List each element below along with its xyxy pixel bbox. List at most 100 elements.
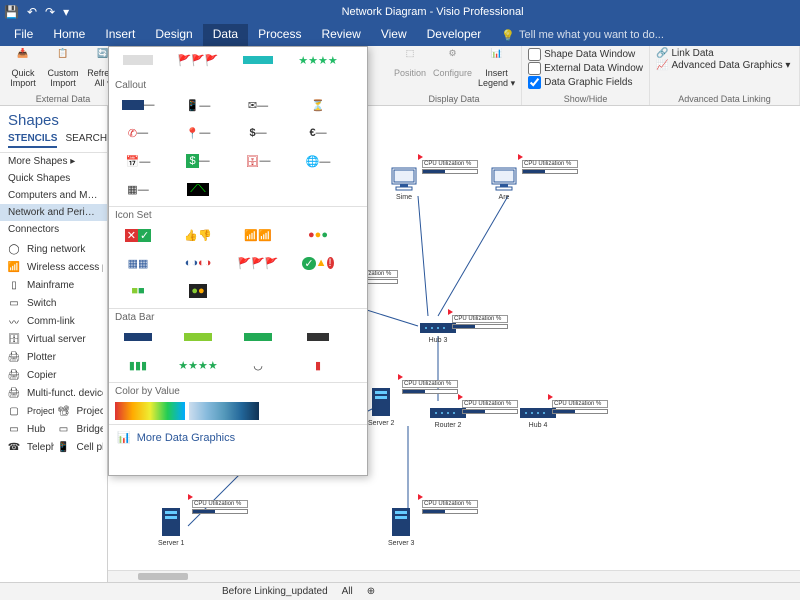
stencil-hub[interactable]: ▭Hub: [4, 420, 54, 438]
dg-icon-flags[interactable]: 🚩🚩🚩: [233, 252, 283, 274]
dg-bar-3[interactable]: [233, 326, 283, 348]
dg-callout-dollar[interactable]: $—: [233, 122, 283, 144]
undo-icon[interactable]: ↶: [27, 5, 37, 19]
stencil-comm-link[interactable]: 〰Comm-link: [4, 312, 103, 330]
dg-icon-thumbs[interactable]: 👍👎: [173, 224, 223, 246]
dg-callout-money[interactable]: $—: [173, 150, 223, 172]
dg-callout-euro[interactable]: €—: [293, 122, 343, 144]
tab-process[interactable]: Process: [248, 24, 311, 46]
computers-category[interactable]: Computers and Monitors: [0, 187, 107, 204]
node-server-3[interactable]: Server 3: [388, 506, 414, 547]
stencil-switch[interactable]: ▭Switch: [4, 294, 103, 312]
connectors-category[interactable]: Connectors: [0, 221, 107, 238]
node-server-1[interactable]: Server 1: [158, 506, 184, 547]
ribbon-group-advanced-linking: 🔗Link Data 📈Advanced Data Graphics ▾ Adv…: [650, 46, 800, 105]
tab-insert[interactable]: Insert: [95, 24, 145, 46]
search-tab[interactable]: SEARCH: [65, 133, 107, 148]
more-shapes-category[interactable]: More Shapes ▸: [0, 153, 107, 170]
add-page-button[interactable]: ⊕: [367, 586, 375, 597]
shape-data-window-checkbox[interactable]: Shape Data Window: [528, 48, 643, 61]
sheet-tab[interactable]: Before Linking_updated: [222, 586, 328, 597]
node-are[interactable]: Are: [488, 166, 520, 201]
tab-developer[interactable]: Developer: [417, 24, 492, 46]
external-data-window-checkbox[interactable]: External Data Window: [528, 62, 643, 75]
dg-icon-wifi[interactable]: 📶📶: [233, 224, 283, 246]
position-button[interactable]: ⬚Position: [393, 48, 427, 78]
quick-import-button[interactable]: 📥Quick Import: [6, 48, 40, 88]
advanced-data-graphics-button[interactable]: 📈Advanced Data Graphics ▾: [656, 60, 790, 71]
stencil-ring-network[interactable]: ◯Ring network: [4, 240, 103, 258]
tell-me-search[interactable]: 💡 Tell me what you want to do...: [491, 24, 674, 46]
dg-callout-pulse[interactable]: ⟋⟍: [173, 178, 223, 200]
dg-callout-mail[interactable]: ✉—: [233, 94, 283, 116]
node-sime[interactable]: Sime: [388, 166, 420, 201]
save-icon[interactable]: 💾: [4, 5, 19, 19]
network-peripherals-category[interactable]: Network and Peripherals: [0, 204, 107, 221]
dg-color-blues[interactable]: [189, 402, 259, 420]
stencil-plotter[interactable]: 🖨Plotter: [4, 348, 103, 366]
configure-button[interactable]: ⚙Configure: [433, 48, 472, 78]
dg-bar-stars[interactable]: ★★★★: [173, 354, 223, 376]
dg-bar-thermo[interactable]: ▮: [293, 354, 343, 376]
data-graphics-gallery[interactable]: 🚩🚩🚩 ★★★★ Callout — 📱— ✉— ⏳ ✆— 📍— $— €— 📅…: [108, 46, 368, 476]
dg-icon-squares[interactable]: ■■: [113, 280, 163, 302]
stencil-projector-screen[interactable]: ▢Projector Screen: [4, 402, 54, 420]
tab-home[interactable]: Home: [43, 24, 95, 46]
dg-icon-pies[interactable]: ◐◑◐◑: [173, 252, 223, 274]
dg-item[interactable]: 🚩🚩🚩: [173, 49, 223, 71]
scrollbar-thumb[interactable]: [138, 573, 188, 580]
dg-icon-xmark[interactable]: ✕✓: [113, 224, 163, 246]
stencil-virtual-server[interactable]: 🗄Virtual server: [4, 330, 103, 348]
dg-callout-calendar[interactable]: 📅—: [113, 150, 163, 172]
stencil-telephone[interactable]: ☎Telephone: [4, 438, 54, 456]
tab-review[interactable]: Review: [311, 24, 370, 46]
dg-callout-db[interactable]: 🗄—: [233, 150, 283, 172]
all-pages-tab[interactable]: All: [342, 586, 353, 597]
dg-callout-phone[interactable]: 📱—: [173, 94, 223, 116]
quick-shapes-category[interactable]: Quick Shapes: [0, 170, 107, 187]
dg-icon-dots[interactable]: ●●●: [293, 224, 343, 246]
link-data-button[interactable]: 🔗Link Data: [656, 48, 790, 59]
horizontal-scrollbar[interactable]: [108, 570, 800, 582]
stencil-projector[interactable]: 📽Projector: [54, 402, 104, 420]
dg-item[interactable]: [233, 49, 283, 71]
dg-bar-stacked[interactable]: ▮▮▮: [113, 354, 163, 376]
stencil-copier[interactable]: 🖨Copier: [4, 366, 103, 384]
dg-icon-grid[interactable]: ▦▦: [113, 252, 163, 274]
dg-bar-4[interactable]: [293, 326, 343, 348]
dg-callout-chip[interactable]: ▦—: [113, 178, 163, 200]
ribbon-tabs: File Home Insert Design Data Process Rev…: [0, 24, 800, 46]
stencil-mainframe[interactable]: ▯Mainframe: [4, 276, 103, 294]
tab-file[interactable]: File: [4, 24, 43, 46]
dg-bar-2[interactable]: [173, 326, 223, 348]
dg-bar-gauge[interactable]: ◡: [233, 354, 283, 376]
tab-data[interactable]: Data: [203, 24, 248, 46]
node-server-2[interactable]: Server 2: [368, 386, 394, 427]
dg-icon-dark[interactable]: ●●: [173, 280, 223, 302]
stencil-wireless-ap[interactable]: 📶Wireless access point: [4, 258, 103, 276]
dg-callout-text[interactable]: —: [113, 94, 163, 116]
stencil-bridge[interactable]: ▭Bridge: [54, 420, 104, 438]
more-data-graphics-button[interactable]: 📊 More Data Graphics: [109, 425, 367, 450]
dg-bar-1[interactable]: [113, 326, 163, 348]
dg-callout-globe[interactable]: 🌐—: [293, 150, 343, 172]
stencil-cellphone[interactable]: 📱Cell phone: [54, 438, 104, 456]
stencils-tab[interactable]: STENCILS: [8, 133, 57, 148]
custom-import-button[interactable]: 📋Custom Import: [46, 48, 80, 88]
redo-icon[interactable]: ↷: [45, 5, 55, 19]
dg-callout-hourglass[interactable]: ⏳: [293, 94, 343, 116]
tab-view[interactable]: View: [371, 24, 417, 46]
dg-icon-signs[interactable]: ✓▲!: [293, 252, 343, 274]
tab-design[interactable]: Design: [145, 24, 202, 46]
dg-callout-phone2[interactable]: ✆—: [113, 122, 163, 144]
dg-item[interactable]: ★★★★: [293, 49, 343, 71]
dg-callout-pin[interactable]: 📍—: [173, 122, 223, 144]
insert-legend-button[interactable]: 📊Insert Legend ▾: [478, 48, 515, 89]
stencil-multifunc[interactable]: 🖨Multi-funct. device: [4, 384, 103, 402]
dg-color-rainbow[interactable]: [115, 402, 185, 420]
metric-callout: CPU Utilization %: [522, 160, 578, 174]
shapes-heading: Shapes: [0, 106, 107, 133]
data-graphic-fields-checkbox[interactable]: Data Graphic Fields: [528, 76, 643, 89]
metric-callout: CPU Utilization %: [552, 400, 608, 414]
dg-item[interactable]: [113, 49, 163, 71]
